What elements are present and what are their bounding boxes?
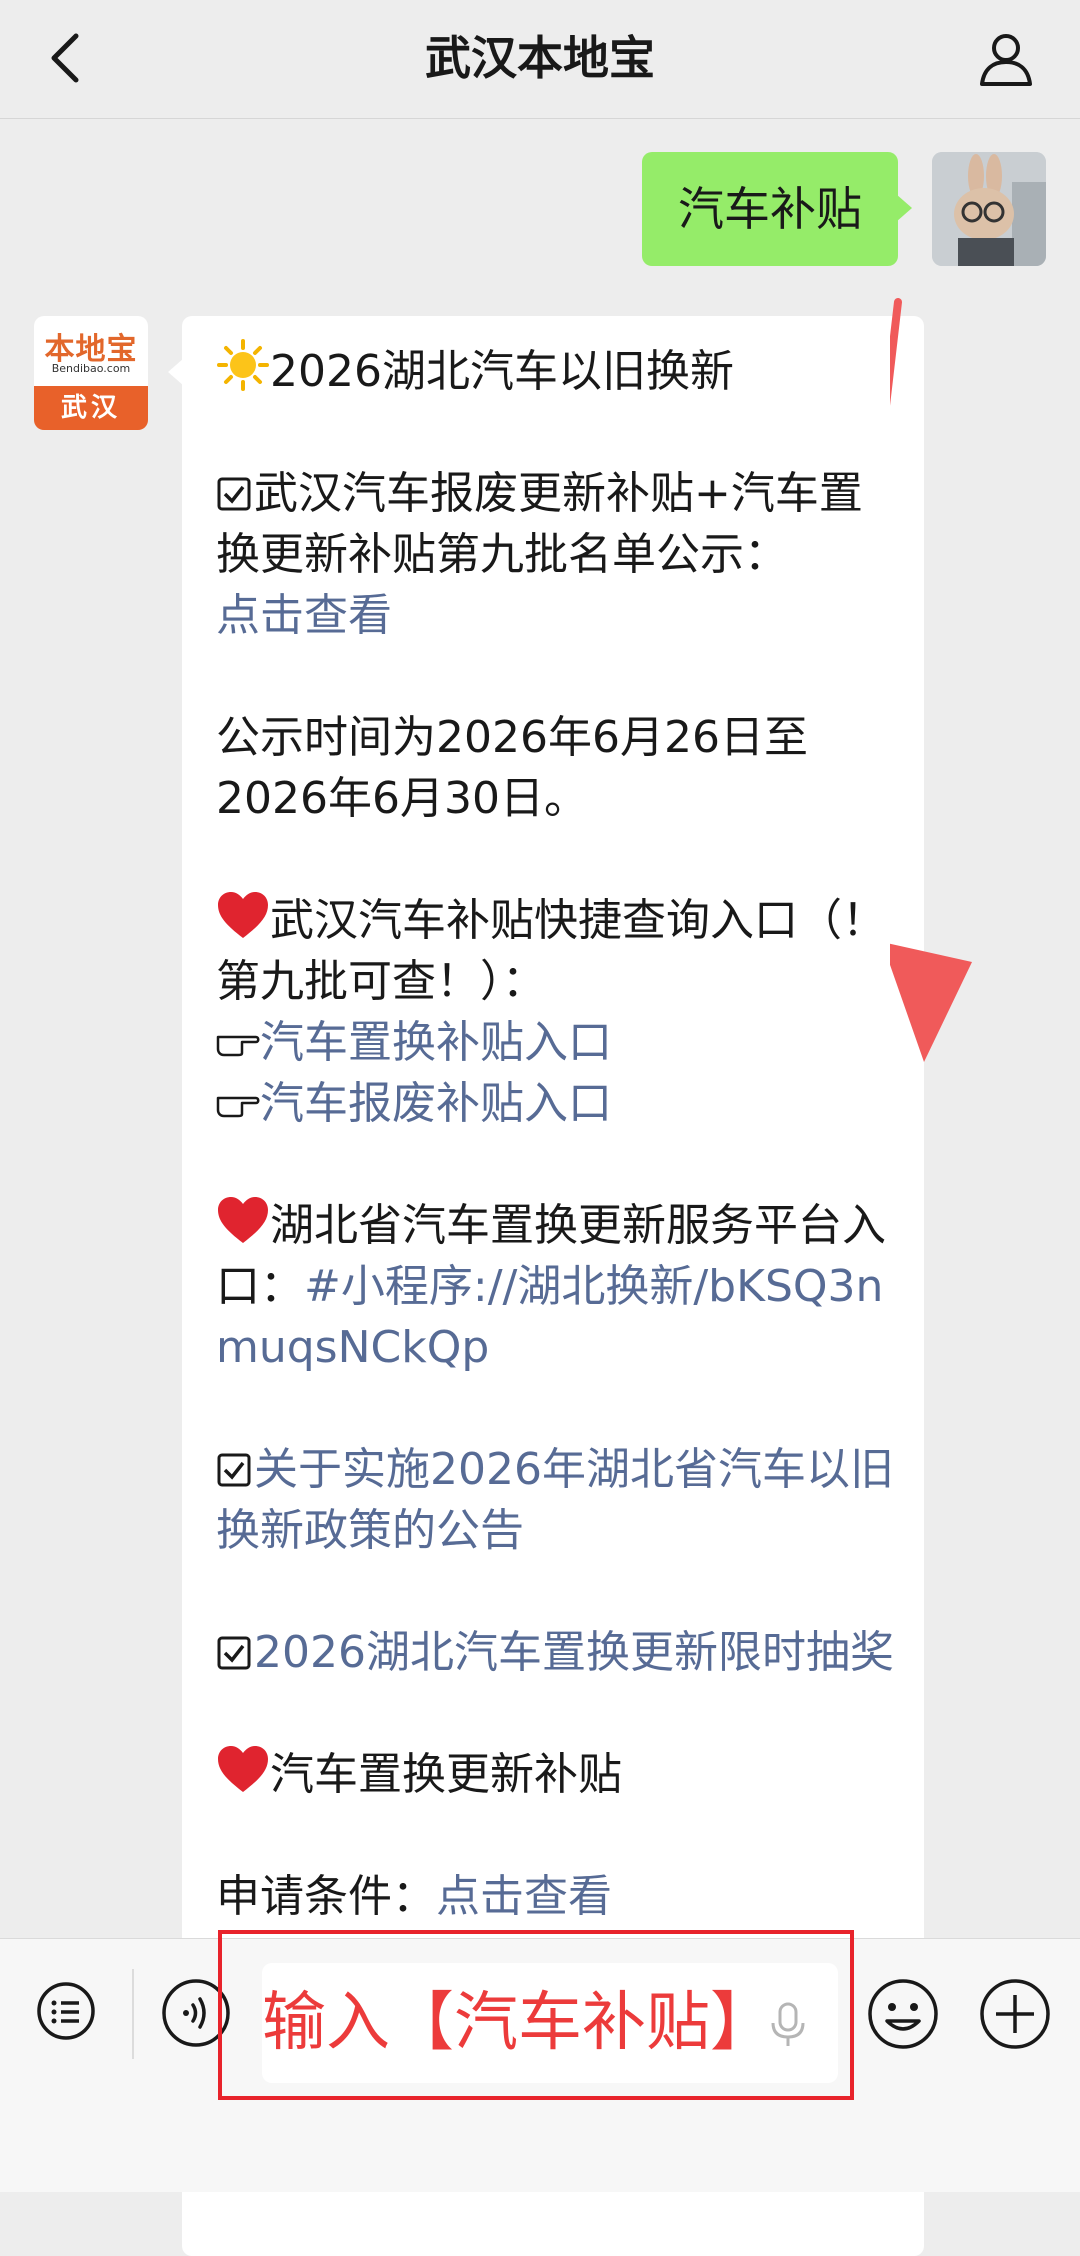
platform-section: 湖北省汽车置换更新服务平台入口：#小程序://湖北换新/bKSQ3nmuqsNC…	[216, 1195, 896, 1378]
replace-subsidy-link[interactable]: 汽车置换补贴入口	[260, 1017, 612, 1068]
sun-icon	[217, 339, 269, 391]
announcement-line: 武汉汽车报废更新补贴+汽车置换更新补贴第九批名单公示： 点击查看	[216, 468, 863, 641]
microphone-icon[interactable]	[766, 2001, 810, 2049]
chat-title: 武汉本地宝	[425, 31, 655, 85]
mini-program-link[interactable]: #小程序://湖北换新/bKSQ3nmuqsNCkQp	[216, 1261, 883, 1373]
view-list-link[interactable]: 点击查看	[216, 590, 392, 641]
bot-avatar[interactable]: 本地宝 Bendibao.com 武汉	[34, 316, 148, 430]
policy-section: 关于实施2026年湖北省汽车以旧换新政策的公告	[216, 1439, 896, 1561]
scrap-subsidy-link[interactable]: 汽车报废补贴入口	[260, 1078, 612, 1129]
query-section: 武汉汽车补贴快捷查询入口（！第九批可查！）： 汽车置换补贴入口 汽车报废补贴入口	[216, 890, 896, 1134]
rabbit-avatar-icon	[932, 152, 1046, 266]
plus-icon[interactable]	[978, 1977, 1052, 2051]
message-input-text[interactable]: 输入【汽车补贴】	[262, 1963, 838, 2083]
user-avatar[interactable]	[932, 152, 1046, 266]
toolbar-divider	[132, 1969, 134, 2059]
checkbox-icon	[217, 477, 251, 511]
notice-time-text: 公示时间为2026年6月26日至2026年6月30日。	[216, 712, 808, 824]
user-icon[interactable]	[974, 26, 1038, 90]
policy-link[interactable]: 关于实施2026年湖北省汽车以旧换新政策的公告	[216, 1444, 894, 1556]
checkbox-icon	[217, 1453, 251, 1487]
subsidy-section: 汽车置换更新补贴	[216, 1744, 896, 1805]
heart-icon	[218, 892, 268, 938]
checkbox-icon	[217, 1636, 251, 1670]
user-message-bubble[interactable]: 汽车补贴	[642, 152, 912, 266]
lottery-link[interactable]: 2026湖北汽车置换更新限时抽奖	[254, 1627, 894, 1678]
list-menu-icon[interactable]	[34, 1981, 98, 2045]
smiley-icon[interactable]	[866, 1977, 940, 2051]
conditions-line: 申请条件：点击查看	[216, 1871, 612, 1922]
voice-icon[interactable]	[160, 1977, 232, 2049]
message-heading: 2026湖北汽车以旧换新	[216, 338, 896, 402]
conditions-link[interactable]: 点击查看	[436, 1871, 612, 1922]
heart-icon	[218, 1197, 268, 1243]
bendibao-logo: 本地宝 Bendibao.com	[34, 316, 148, 386]
user-message-text: 汽车补贴	[678, 182, 862, 236]
pointing-hand-icon	[216, 1035, 260, 1057]
heart-icon	[218, 1746, 268, 1792]
lottery-section: 2026湖北汽车置换更新限时抽奖	[216, 1622, 896, 1683]
message-input[interactable]: 输入【汽车补贴】	[262, 1963, 838, 2083]
chat-header: 武汉本地宝	[0, 0, 1080, 119]
pointing-hand-icon	[216, 1096, 260, 1118]
logo-city-label: 武汉	[34, 386, 148, 430]
input-toolbar: 输入【汽车补贴】	[0, 1938, 1080, 2192]
